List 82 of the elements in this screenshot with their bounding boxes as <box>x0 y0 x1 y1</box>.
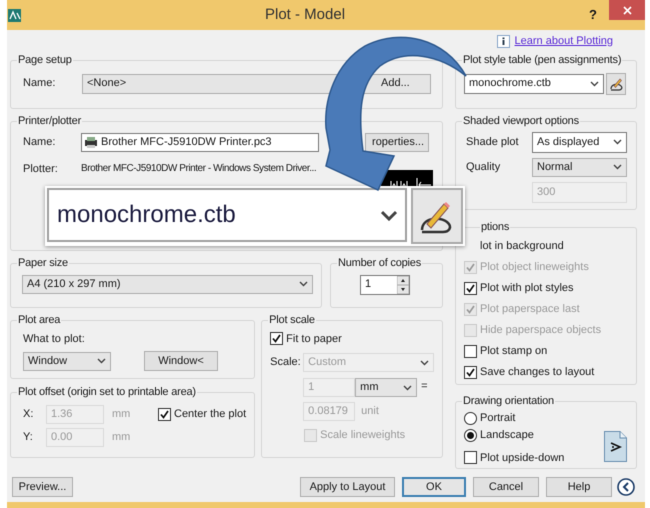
checkbox-label: Plot stamp on <box>480 344 548 359</box>
checkbox-label: Plot paperspace last <box>480 302 580 317</box>
checkbox-label: Fit to paper <box>286 332 342 346</box>
field-label: What to plot: <box>23 332 86 346</box>
field-label: Name: <box>22 134 56 150</box>
group-title: Shaded viewport options <box>462 114 580 129</box>
radio-label: Portrait <box>480 410 516 426</box>
dropdown[interactable]: monochrome.ctb <box>47 188 407 242</box>
collapse-icon <box>617 478 635 496</box>
group-title: Plot style table (pen assignments) <box>462 53 622 68</box>
checkbox-label: Plot with plot styles <box>480 280 574 296</box>
button[interactable]: Help <box>546 477 612 497</box>
group-title: Printer/plotter <box>17 114 82 129</box>
radio-button[interactable] <box>464 428 477 442</box>
page-orientation-icon <box>604 430 627 462</box>
close-button[interactable] <box>609 0 645 20</box>
checkbox-label: lot in background <box>480 238 564 254</box>
spinner-icon <box>397 276 409 294</box>
checkbox[interactable] <box>464 451 477 464</box>
group-title: Plot area <box>17 313 62 328</box>
dropdown[interactable]: A4 (210 x 297 mm) <box>22 274 313 294</box>
edit-button[interactable] <box>606 72 626 94</box>
button[interactable]: Preview... <box>12 477 73 497</box>
chevron-icon <box>403 384 412 390</box>
field-label: Shade plot <box>465 134 520 150</box>
dropdown[interactable]: Brother MFC-J5910DW Printer.pc3 <box>81 132 319 152</box>
help-icon[interactable]: ? <box>589 5 597 25</box>
chevron-icon <box>613 164 622 170</box>
checkbox-label: Plot upside-down <box>480 450 564 466</box>
checkbox[interactable] <box>464 366 477 378</box>
field-label: Scale: <box>270 355 302 370</box>
button[interactable]: Apply to Layout <box>300 477 395 497</box>
chevron-icon <box>381 210 397 220</box>
info-icon <box>496 34 510 48</box>
button[interactable]: Window< <box>144 351 218 371</box>
checkbox[interactable] <box>464 344 477 358</box>
checkbox-label: Scale lineweights <box>320 428 406 443</box>
field-label: X: <box>22 406 34 422</box>
checkbox-label: Hide paperspace objects <box>480 322 602 338</box>
group-title: ptions <box>480 220 510 235</box>
pencil-icon <box>608 76 624 91</box>
close-icon <box>622 6 632 14</box>
equals-sign: = <box>421 379 428 394</box>
dropdown[interactable]: monochrome.ctb <box>464 74 604 94</box>
edit-button[interactable] <box>411 188 463 244</box>
dropdown[interactable]: Window <box>23 352 111 370</box>
field-label: Plotter: <box>22 162 59 176</box>
dropdown[interactable]: Normal <box>532 158 627 176</box>
chevron-icon <box>299 281 308 287</box>
checkbox-label: Save changes to layout <box>480 364 594 380</box>
window-title: Plot - Model <box>264 4 346 25</box>
dropdown[interactable]: <None> Add... <box>82 74 431 94</box>
checkbox-label: Plot object lineweights <box>480 260 589 275</box>
unit-label: unit <box>361 404 379 420</box>
radio-label: Landscape <box>480 428 534 443</box>
radio-button[interactable] <box>464 412 477 424</box>
field-label: Name: <box>22 76 56 92</box>
chevron-icon <box>420 360 430 366</box>
unit-label: mm <box>112 406 132 422</box>
button[interactable]: Cancel <box>473 477 539 497</box>
group-title: Plot offset (origin set to printable area) <box>17 385 197 400</box>
plotter-name: Brother MFC-J5910DW Printer - Windows System Driver... <box>81 162 316 176</box>
chevron-icon <box>97 358 106 364</box>
chevron-icon <box>590 80 599 86</box>
group-title: Number of copies <box>337 256 422 271</box>
printer-icon <box>84 136 98 148</box>
field-label: Quality <box>465 160 502 175</box>
learn-link[interactable]: Learn about Plotting <box>514 32 613 50</box>
group-title: Plot scale <box>268 313 316 328</box>
checkbox-label: Center the plot <box>174 406 246 422</box>
button[interactable]: OK <box>402 477 466 497</box>
group-title: Page setup <box>17 53 73 68</box>
chevron-icon <box>613 139 622 145</box>
checkbox[interactable] <box>464 282 477 294</box>
app-icon <box>8 8 21 22</box>
group-title: Paper size <box>17 256 69 271</box>
dropdown[interactable]: As displayed <box>532 132 627 152</box>
properties-button[interactable]: roperties... <box>365 132 429 152</box>
unit-label: mm <box>112 430 132 445</box>
spin-field[interactable]: 1 <box>360 274 410 294</box>
field-label: Y: <box>22 430 34 445</box>
group-title: Drawing orientation <box>462 394 555 409</box>
